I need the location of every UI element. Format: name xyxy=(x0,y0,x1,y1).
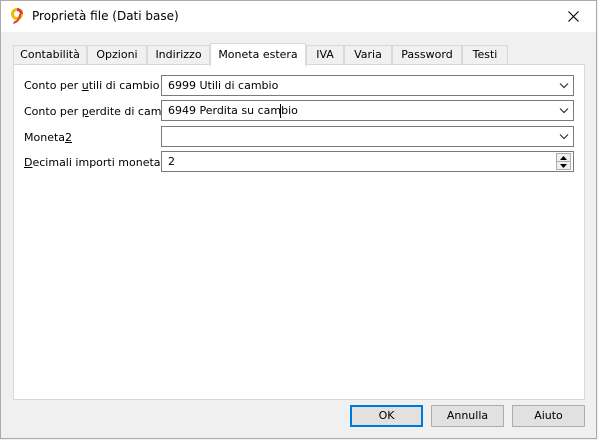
chevron-down-icon xyxy=(559,83,569,89)
app-logo-icon xyxy=(11,8,23,24)
tab-label: Testi xyxy=(472,48,498,61)
tab-contabilita[interactable]: Contabilità xyxy=(13,45,87,64)
ok-button[interactable]: OK xyxy=(350,405,423,427)
tab-label: Contabilità xyxy=(20,48,80,61)
cancel-button[interactable]: Annulla xyxy=(431,405,504,427)
text-caret xyxy=(280,104,281,118)
perdite-cambio-value: 6949 Perdita su cambio xyxy=(168,104,298,117)
perdite-label: Conto per perdite di cambio xyxy=(24,105,179,118)
tab-varia[interactable]: Varia xyxy=(344,45,392,64)
utili-label: Conto per utili di cambio xyxy=(24,79,160,92)
title-bar: Proprietà file (Dati base) xyxy=(1,1,596,32)
window-title: Proprietà file (Dati base) xyxy=(32,9,179,23)
decimali-value: 2 xyxy=(168,155,175,168)
chevron-down-icon xyxy=(559,108,569,114)
spin-up-button[interactable] xyxy=(557,154,570,162)
tab-opzioni[interactable]: Opzioni xyxy=(87,45,147,64)
tab-moneta-estera[interactable]: Moneta estera xyxy=(210,43,306,66)
decimali-label: Decimali importi moneta2 xyxy=(24,156,168,169)
dialog-window: Proprietà file (Dati base) Contabilità O… xyxy=(0,0,597,439)
tab-label: IVA xyxy=(316,48,334,61)
tab-indirizzo[interactable]: Indirizzo xyxy=(147,45,210,64)
close-button[interactable] xyxy=(550,1,596,32)
tab-label: Moneta estera xyxy=(218,48,298,61)
tab-password[interactable]: Password xyxy=(392,45,462,64)
tab-label: Password xyxy=(401,48,453,61)
tab-testi[interactable]: Testi xyxy=(462,45,508,64)
help-button[interactable]: Aiuto xyxy=(512,405,585,427)
perdite-cambio-dropdown[interactable]: 6949 Perdita su cambio xyxy=(161,100,574,121)
spin-up-icon xyxy=(560,155,567,160)
moneta2-dropdown[interactable] xyxy=(161,126,574,147)
spin-down-button[interactable] xyxy=(557,162,570,169)
tab-label: Indirizzo xyxy=(155,48,202,61)
tab-iva[interactable]: IVA xyxy=(306,45,344,64)
moneta2-label: Moneta2 xyxy=(24,131,73,144)
chevron-down-icon xyxy=(559,134,569,140)
utili-cambio-value: 6999 Utili di cambio xyxy=(168,79,279,92)
decimali-spinbox[interactable]: 2 xyxy=(161,151,574,172)
close-icon xyxy=(567,11,579,22)
spin-buttons xyxy=(556,153,571,170)
tab-label: Varia xyxy=(354,48,382,61)
tab-label: Opzioni xyxy=(96,48,138,61)
utili-cambio-dropdown[interactable]: 6999 Utili di cambio xyxy=(161,75,574,96)
spin-down-icon xyxy=(560,163,567,168)
